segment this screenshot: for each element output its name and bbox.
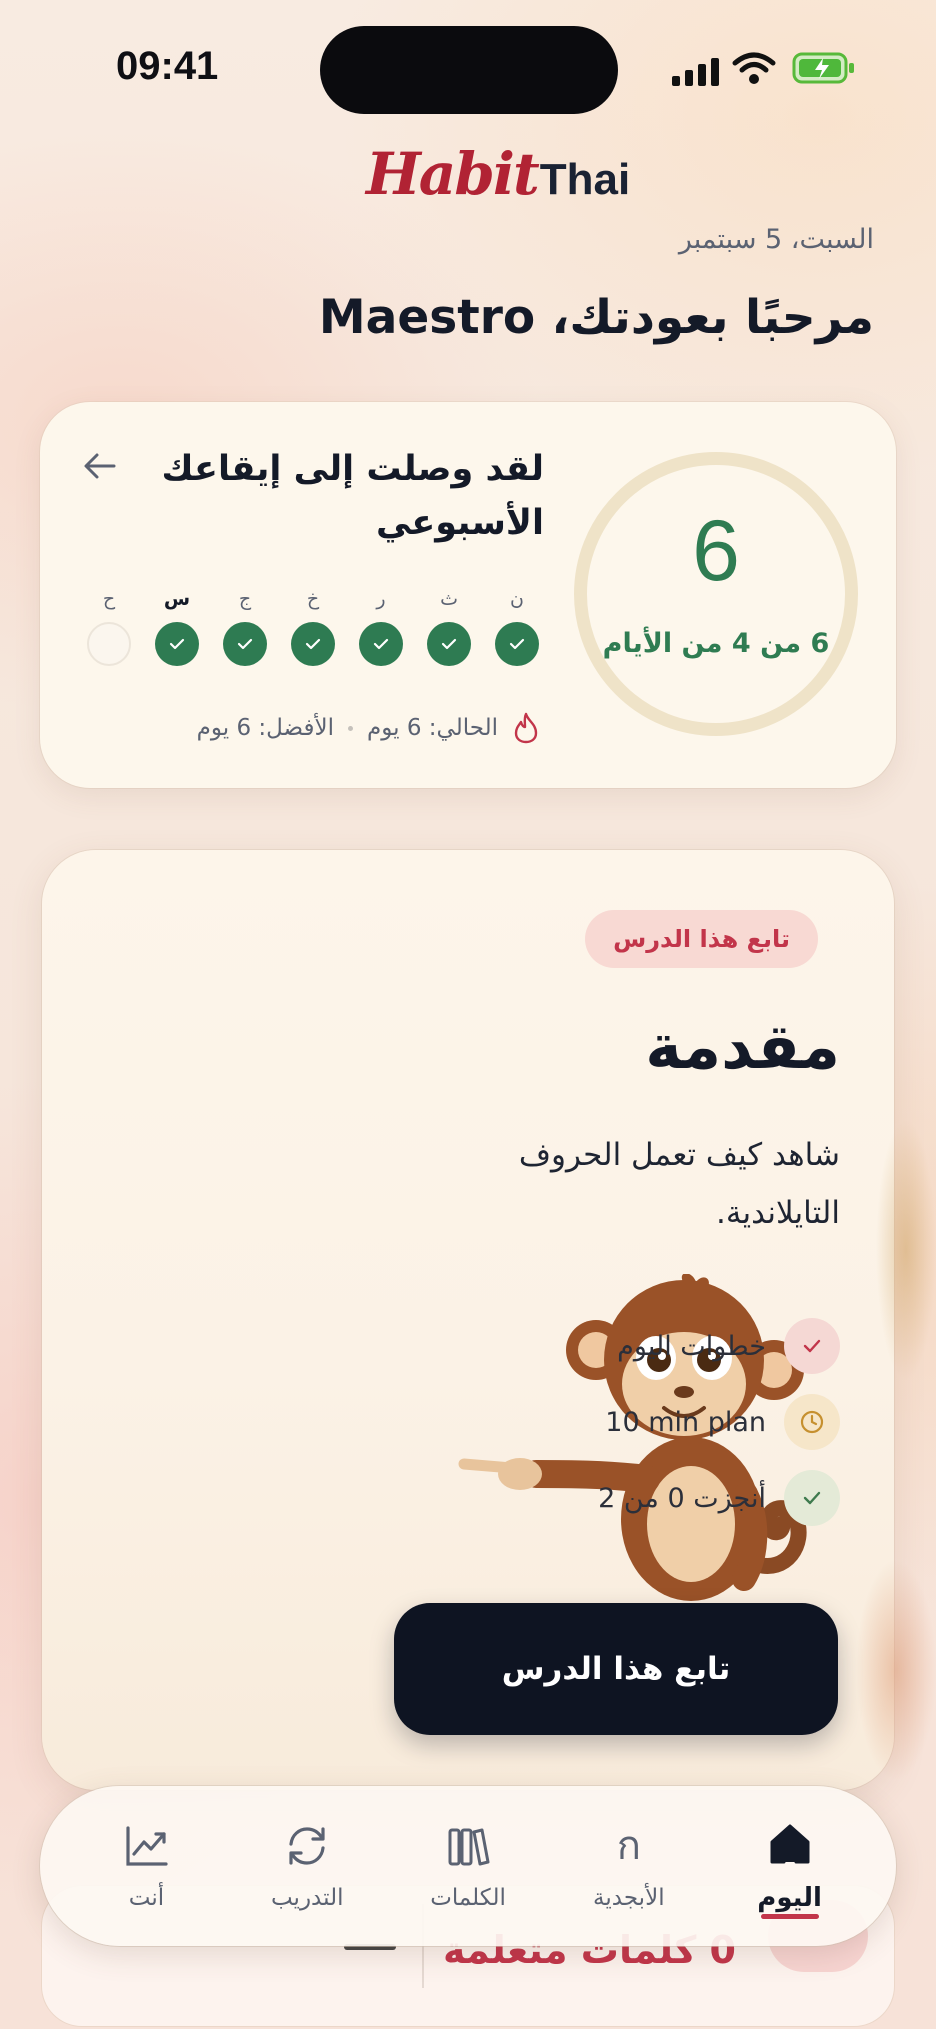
separator-dot [348,725,354,731]
tab-label: الكلمات [430,1885,506,1911]
tab-label: الأبجدية [593,1885,665,1911]
today-steps-row: خطوات اليوم [617,1318,840,1374]
day-item: ح [86,584,132,666]
step-icon-bg [784,1318,840,1374]
plan-icon-bg [784,1394,840,1450]
check-icon [305,638,321,650]
continue-lesson-button[interactable]: تابع هذا الدرس [394,1603,838,1735]
check-icon [509,638,525,650]
day-label: خ [306,588,320,610]
day-item: خ [290,584,336,666]
check-icon [803,1491,821,1505]
welcome-heading: مرحبًا بعودتك، Maestro [318,290,874,345]
date-label: السبت، 5 سبتمبر [678,224,874,255]
day-label: س [163,588,191,610]
wifi-icon [732,52,776,84]
current-streak: الحالي: 6 يوم [367,715,498,741]
lesson-badge: تابع هذا الدرس [585,910,818,968]
books-icon [448,1828,490,1866]
tab-label: التدريب [270,1885,344,1911]
day-check [427,622,471,666]
day-item: ث [426,584,472,666]
day-check [155,622,199,666]
tab-alphabet[interactable]: ก الأبجدية [549,1801,709,1931]
tab-bar: اليوم ก الأبجدية الكلمات التدريب أنت [40,1786,896,1946]
tab-label: أنت [128,1885,165,1911]
week-days: ن ث ر خ ج س ح [86,584,540,666]
tab-you[interactable]: أنت [66,1801,226,1931]
flame-icon [514,712,538,744]
dynamic-island [320,26,618,114]
day-label: ن [510,588,524,610]
day-check [359,622,403,666]
background-blur [876,1120,936,1380]
progress-icon-bg [784,1470,840,1526]
day-label: ث [440,588,458,610]
day-item: س [154,584,200,666]
logo-bold: Thai [539,155,631,204]
day-empty [87,622,131,666]
progress-row: أنجزت 0 من 2 [598,1470,840,1526]
arrow-left-icon[interactable] [82,448,118,484]
ring-caption: 6 من 4 من الأيام [602,628,830,659]
tab-practice[interactable]: التدريب [227,1801,387,1931]
check-icon [237,638,253,650]
lesson-title: مقدمة [645,1010,840,1083]
thai-letter-icon: ก [616,1823,641,1869]
day-check [495,622,539,666]
battery-icon [792,52,854,84]
check-icon [441,638,457,650]
rhythm-title: لقد وصلت إلى إيقاعك الأسبوعي [161,449,544,543]
tab-words[interactable]: الكلمات [388,1801,548,1931]
home-icon [770,1824,810,1864]
plan-row: 10 min plan [605,1394,840,1450]
chart-icon [126,1826,169,1866]
best-streak: الأفضل: 6 يوم [196,715,335,741]
check-icon [803,1339,821,1353]
signal-icon [672,56,720,86]
app-logo: Habit Thai [366,140,630,210]
streak-stats: الحالي: 6 يوم الأفضل: 6 يوم [197,712,540,744]
active-indicator [760,1914,819,1919]
tab-today[interactable]: اليوم [710,1801,870,1931]
day-label: ر [376,588,386,610]
plan-label: 10 min plan [605,1406,766,1438]
status-time: 09:41 [116,44,219,88]
day-label: ج [238,588,252,610]
refresh-icon [289,1827,325,1865]
day-label: ح [102,588,116,610]
day-item: ن [494,584,540,666]
progress-label: أنجزت 0 من 2 [598,1482,766,1514]
check-icon [169,638,185,650]
ring-number: 6 [692,503,740,599]
day-item: ر [358,584,404,666]
tab-label: اليوم [757,1883,822,1913]
day-item: ج [222,584,268,666]
check-icon [373,638,389,650]
day-check [291,622,335,666]
background-blur [856,1560,936,1780]
lesson-description: شاهد كيف تعمل الحروف التايلاندية. [518,1137,840,1231]
logo-script: Habit [366,140,540,208]
today-steps-label: خطوات اليوم [617,1330,766,1362]
clock-icon [800,1410,824,1434]
day-check [223,622,267,666]
